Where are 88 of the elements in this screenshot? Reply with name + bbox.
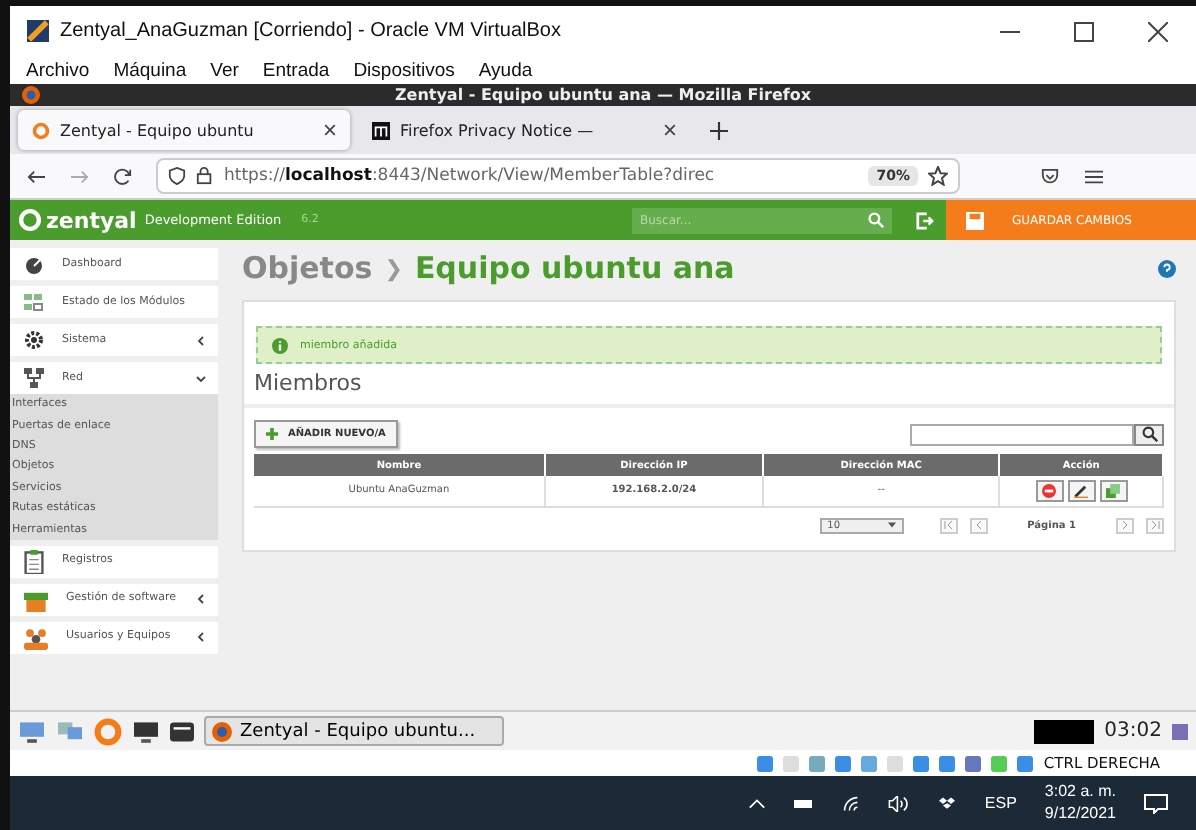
firefox-icon [212, 721, 232, 741]
brand-name: zentyal [46, 207, 137, 233]
modules-icon [22, 292, 46, 312]
users-icon [22, 625, 50, 650]
edit-button[interactable] [1067, 479, 1096, 502]
menu-item[interactable]: Dispositivos [353, 59, 455, 81]
device-status-icon[interactable] [961, 753, 984, 773]
chevron-left-icon [973, 520, 984, 530]
clipboard-icon [22, 549, 46, 574]
close-icon[interactable] [324, 124, 336, 136]
last-page-button[interactable] [1146, 517, 1164, 533]
caret-icon [887, 522, 896, 528]
search-icon [1141, 426, 1157, 442]
section-title: Miembros [244, 368, 1174, 408]
device-status-icon[interactable] [831, 753, 854, 773]
chevron-up-icon[interactable] [748, 797, 767, 809]
delete-icon [1042, 483, 1057, 498]
zentyal-icon [32, 121, 50, 139]
monitor-icon[interactable] [132, 719, 160, 743]
search-icon [868, 212, 884, 228]
menu-item[interactable]: Entrada [262, 59, 330, 81]
next-page-button[interactable] [1116, 517, 1134, 533]
browser-tab[interactable]: Zentyal - Equipo ubuntu [18, 110, 350, 150]
notification-icon[interactable] [1144, 793, 1168, 813]
device-status-icon[interactable] [935, 753, 958, 773]
dropbox-icon[interactable] [938, 795, 957, 811]
breadcrumb-separator: ❯ [384, 255, 403, 281]
previous-page-button[interactable] [969, 517, 988, 533]
menu-item[interactable]: Máquina [113, 59, 187, 81]
chevron-right-icon [1120, 520, 1130, 530]
device-status-icon[interactable] [753, 753, 776, 773]
device-status-icon[interactable] [805, 753, 828, 773]
reload-icon[interactable] [114, 167, 132, 185]
clock[interactable]: 3:02 a. m. 9/12/2021 [1044, 781, 1116, 825]
monitors-icon[interactable] [56, 719, 84, 743]
logout-icon[interactable] [916, 211, 934, 229]
indicator-panel [1034, 719, 1095, 743]
star-icon[interactable] [928, 166, 948, 186]
help-icon[interactable] [1158, 259, 1176, 277]
window-icon[interactable] [170, 719, 194, 743]
menu-item[interactable]: Ayuda [478, 59, 533, 81]
search-button[interactable] [1134, 423, 1164, 445]
zentyal-logo-icon [18, 208, 42, 232]
speedometer-icon [22, 254, 46, 274]
taskbar-window-button[interactable]: Zentyal - Equipo ubuntu... [204, 716, 504, 746]
chevron-icon[interactable] [196, 373, 206, 383]
shield-icon [168, 166, 186, 186]
delete-button[interactable] [1035, 479, 1064, 502]
clock: 03:02 [1104, 720, 1162, 742]
filter-field[interactable] [910, 423, 1134, 445]
plus-icon [266, 428, 278, 440]
plus-icon[interactable] [710, 121, 728, 139]
computer-icon[interactable] [18, 719, 46, 743]
wifi-icon[interactable] [842, 795, 861, 811]
copy-icon [1106, 483, 1121, 498]
network-icon [22, 368, 46, 388]
chevron-icon[interactable] [196, 335, 206, 345]
keyboard-icon [1172, 721, 1188, 741]
first-page-button[interactable] [939, 517, 958, 533]
pocket-icon[interactable] [1040, 167, 1060, 185]
virtualbox-logo-icon [26, 20, 50, 42]
window-title: Zentyal - Equipo ubuntu ana — Mozilla Firefox [394, 86, 812, 104]
maximize-icon[interactable] [1074, 21, 1094, 41]
gear-icon [22, 330, 46, 350]
first-page-icon [943, 520, 954, 530]
back-arrow-icon[interactable] [26, 167, 46, 185]
battery-icon[interactable] [794, 797, 815, 809]
window-title: Zentyal_AnaGuzman [Corriendo] - Oracle VM VirtualBox [60, 20, 563, 42]
chevron-icon[interactable] [196, 594, 206, 605]
menu-icon[interactable] [1084, 167, 1104, 185]
mozilla-icon [372, 121, 390, 139]
info-icon [272, 337, 288, 353]
package-icon [22, 587, 50, 612]
close-icon[interactable] [1148, 21, 1168, 41]
chevron-icon[interactable] [196, 632, 206, 643]
device-status-icon[interactable] [1013, 753, 1036, 773]
browser-tab[interactable]: Firefox Privacy Notice — [358, 110, 690, 150]
menu-item[interactable]: Archivo [26, 59, 90, 81]
speaker-icon[interactable] [888, 795, 911, 811]
language-indicator[interactable]: ESP [984, 794, 1017, 812]
last-page-icon [1150, 520, 1160, 530]
page-title: Equipo ubuntu ana [414, 250, 737, 286]
firefox-icon [22, 86, 40, 104]
pencil-icon [1074, 483, 1089, 498]
lock-icon [196, 166, 214, 186]
close-icon[interactable] [664, 124, 676, 136]
device-status-icon[interactable] [909, 753, 932, 773]
menu-item[interactable]: Ver [210, 59, 239, 81]
